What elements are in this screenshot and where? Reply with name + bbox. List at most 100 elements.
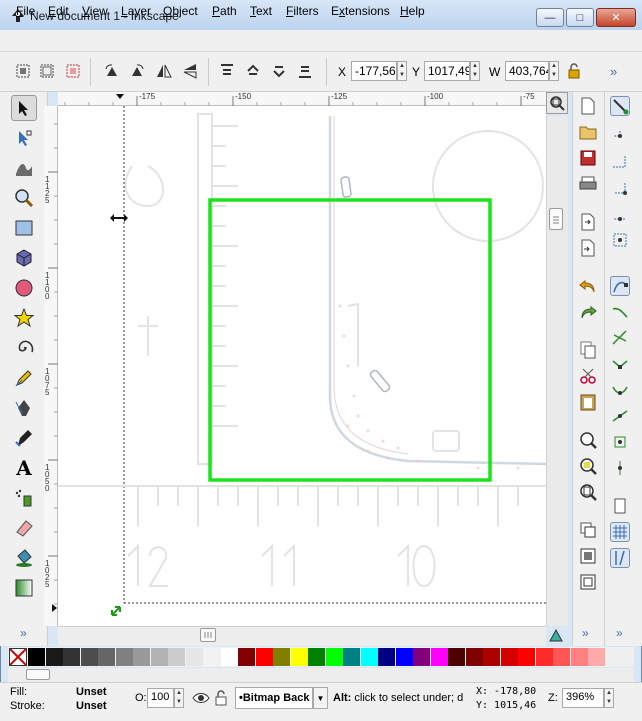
no-paint-swatch[interactable] — [9, 648, 27, 666]
vertical-ruler[interactable]: 1125 1100 1075 1050 1025 — [44, 106, 58, 626]
snap-guides-icon[interactable] — [610, 548, 630, 568]
undo-icon[interactable] — [578, 276, 598, 296]
toolbox-more-button[interactable]: » — [20, 626, 27, 640]
zoom-tool[interactable] — [11, 185, 37, 211]
gradient-tool[interactable] — [11, 575, 37, 601]
ellipse-tool[interactable] — [11, 275, 37, 301]
y-input[interactable]: 1017,49 — [424, 61, 470, 81]
rotate-cw-icon[interactable] — [128, 62, 146, 80]
horizontal-ruler[interactable]: -175 -150 -125 -100 -75 — [58, 92, 546, 106]
palette-swatch[interactable] — [28, 648, 45, 666]
rotate-ccw-icon[interactable] — [103, 62, 121, 80]
palette-swatch[interactable] — [448, 648, 465, 666]
palette-swatch[interactable] — [150, 648, 168, 666]
snap-midpoints-icon[interactable] — [610, 406, 630, 426]
raise-to-top-icon[interactable] — [218, 62, 236, 80]
text-tool[interactable]: A — [11, 455, 37, 481]
palette-swatch[interactable] — [115, 648, 133, 666]
palette-swatch[interactable] — [308, 648, 325, 666]
palette-swatch[interactable] — [360, 648, 378, 666]
import-icon[interactable] — [578, 212, 598, 232]
palette-swatch[interactable] — [500, 648, 518, 666]
snap-intersections-icon[interactable] — [610, 328, 630, 348]
select-all-icon[interactable] — [14, 62, 32, 80]
rectangle-tool[interactable] — [11, 215, 37, 241]
tweak-tool[interactable] — [11, 155, 37, 181]
palette-swatch[interactable] — [483, 648, 500, 666]
menu-help[interactable]: Help — [400, 4, 425, 18]
palette-swatch[interactable] — [220, 648, 238, 666]
save-icon[interactable] — [578, 148, 598, 168]
paint-bucket-tool[interactable] — [11, 545, 37, 571]
unlink-clone-icon[interactable] — [578, 572, 598, 592]
zoom-fit-icon[interactable] — [546, 92, 568, 114]
duplicate-icon[interactable] — [578, 520, 598, 540]
palette-swatch[interactable] — [290, 648, 308, 666]
commands-more-button[interactable]: » — [582, 626, 589, 640]
node-tool[interactable] — [11, 125, 37, 151]
layer-dropdown-arrow-icon[interactable]: ▼ — [313, 687, 328, 709]
lower-to-bottom-icon[interactable] — [296, 62, 314, 80]
palette-swatch[interactable] — [273, 648, 290, 666]
zoom-drawing-icon[interactable] — [578, 456, 598, 476]
palette-swatch[interactable] — [133, 648, 150, 666]
flip-vertical-icon[interactable] — [181, 62, 199, 80]
spray-tool[interactable] — [11, 485, 37, 511]
zoom-spin-arrows[interactable]: ▲ ▼ — [604, 688, 614, 708]
vertical-scrollbar[interactable] — [546, 116, 568, 626]
color-manage-icon[interactable] — [548, 628, 564, 642]
drawing-canvas[interactable] — [58, 106, 546, 626]
close-button[interactable]: ✕ — [596, 8, 636, 27]
layer-dropdown[interactable]: •Bitmap Back — [235, 687, 313, 709]
lock-icon[interactable] — [565, 62, 583, 80]
stroke-value[interactable]: Unset — [76, 700, 107, 712]
palette-swatch[interactable] — [343, 648, 360, 666]
zoom-page-icon[interactable] — [578, 482, 598, 502]
redo-icon[interactable] — [578, 302, 598, 322]
eraser-tool[interactable] — [11, 515, 37, 541]
menu-path[interactable]: Path — [212, 4, 237, 18]
palette-swatch[interactable] — [238, 648, 255, 666]
menu-filters[interactable]: Filters — [286, 4, 319, 18]
palette-swatch[interactable] — [168, 648, 185, 666]
palette-swatch[interactable] — [413, 648, 430, 666]
x-spin-arrows[interactable]: ▲ ▼ — [397, 61, 407, 81]
palette-swatch[interactable] — [535, 648, 553, 666]
snap-smooth-nodes-icon[interactable] — [610, 380, 630, 400]
snap-rotation-center-icon[interactable] — [610, 458, 630, 478]
zoom-input[interactable]: 396% — [562, 688, 604, 708]
palette-swatch[interactable] — [63, 648, 80, 666]
opacity-input[interactable]: 100 — [147, 688, 174, 708]
w-input[interactable]: 403,764 — [505, 61, 549, 81]
clone-icon[interactable] — [578, 546, 598, 566]
star-tool[interactable] — [11, 305, 37, 331]
vertical-scroll-thumb[interactable] — [549, 208, 563, 230]
w-spin-arrows[interactable]: ▲ ▼ — [549, 61, 559, 81]
calligraphy-tool[interactable] — [11, 425, 37, 451]
print-icon[interactable] — [578, 174, 598, 194]
palette-swatch[interactable] — [430, 648, 448, 666]
selector-tool[interactable] — [11, 95, 37, 121]
snap-bbox-edge-icon[interactable] — [610, 152, 630, 172]
snap-paths-icon[interactable] — [610, 302, 630, 322]
menu-layer[interactable]: Layer — [121, 4, 151, 18]
horizontal-scroll-thumb[interactable] — [200, 628, 216, 642]
y-spin-arrows[interactable]: ▲ ▼ — [470, 61, 480, 81]
palette-swatch[interactable] — [588, 648, 605, 666]
canvas-drawing[interactable] — [58, 106, 546, 626]
palette-swatch[interactable] — [203, 648, 220, 666]
snap-more-button[interactable]: » — [616, 626, 623, 640]
pen-tool[interactable] — [11, 395, 37, 421]
spiral-tool[interactable] — [11, 335, 37, 361]
snap-bbox-center-icon[interactable] — [610, 230, 630, 250]
menu-view[interactable]: View — [82, 4, 108, 18]
menu-object[interactable]: Object — [163, 4, 198, 18]
snap-nodes-icon[interactable] — [610, 276, 630, 296]
palette-scrollbar[interactable] — [8, 668, 634, 682]
3d-box-tool[interactable] — [11, 245, 37, 271]
snap-bbox-corner-icon[interactable] — [610, 178, 630, 198]
palette-swatch[interactable] — [80, 648, 98, 666]
eye-icon[interactable] — [192, 690, 210, 706]
enable-snapping-icon[interactable] — [610, 96, 630, 116]
copy-icon[interactable] — [578, 340, 598, 360]
